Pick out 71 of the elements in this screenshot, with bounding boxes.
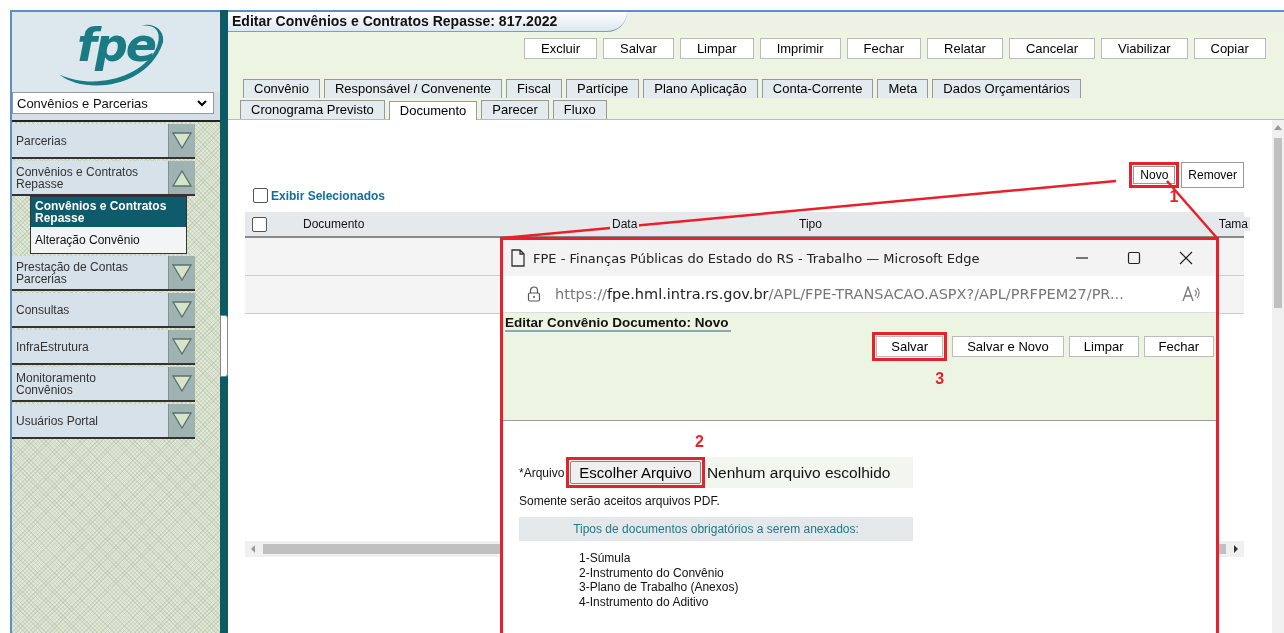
read-aloud-icon[interactable] bbox=[1182, 286, 1202, 302]
tab[interactable]: Meta bbox=[877, 79, 929, 98]
tab[interactable]: Convênio bbox=[243, 79, 320, 98]
tab[interactable]: Conta-Corrente bbox=[761, 79, 874, 98]
toolbar-button[interactable]: Imprimir bbox=[759, 38, 841, 59]
document-button[interactable]: Novo bbox=[1133, 166, 1176, 184]
scroll-right-icon[interactable] bbox=[1232, 545, 1240, 553]
document-button[interactable]: Remover bbox=[1181, 162, 1244, 188]
popup-button[interactable]: Salvar e Novo bbox=[952, 336, 1064, 357]
required-document-item: 2-Instrumento do Convênio bbox=[579, 565, 725, 580]
menu-item[interactable]: InfraEstrutura bbox=[12, 330, 195, 365]
select-all-checkbox[interactable] bbox=[252, 216, 267, 232]
required-document-item: 4-Instrumento do Aditivo bbox=[579, 594, 710, 609]
tab[interactable]: Fiscal bbox=[506, 79, 562, 98]
callout-number: 2 bbox=[695, 434, 704, 450]
callout-number: 3 bbox=[935, 371, 945, 387]
menu-item[interactable]: Prestação de Contas Parcerias bbox=[12, 256, 195, 291]
tab[interactable]: Fluxo bbox=[552, 100, 607, 119]
tab[interactable]: Responsável / Convenente bbox=[323, 79, 503, 98]
module-select[interactable]: Convênios e Parcerias bbox=[12, 92, 214, 114]
scroll-left-icon[interactable] bbox=[249, 545, 257, 553]
column-header: Tipo bbox=[797, 217, 824, 231]
required-document-item: 1-Súmula bbox=[579, 551, 632, 566]
window-title: FPE - Finanças Públicas do Estado do RS - Trabalho — Microsoft Edge bbox=[533, 250, 981, 266]
url-text[interactable]: https://fpe.hml.intra.rs.gov.br/APL/FPE-TRANSACAO.ASPX?/APL/PRFPEM27/PR... bbox=[555, 286, 1168, 302]
chevron-down-icon bbox=[197, 99, 207, 107]
toolbar-button[interactable]: Limpar bbox=[679, 38, 754, 59]
popup-button[interactable]: Limpar bbox=[1068, 336, 1139, 357]
toolbar-button[interactable]: Salvar bbox=[603, 38, 674, 59]
choose-file-button[interactable]: Escolher Arquivo bbox=[570, 461, 701, 484]
toolbar-button[interactable]: Relatar bbox=[927, 38, 1003, 59]
callout-number: 1 bbox=[1169, 189, 1179, 205]
popup-button[interactable]: Fechar bbox=[1143, 336, 1214, 357]
column-header: Documento bbox=[301, 217, 367, 231]
tab[interactable]: Documento bbox=[388, 101, 478, 120]
required-document-item: 3-Plano de Trabalho (Anexos) bbox=[579, 580, 740, 595]
tab[interactable]: Partícipe bbox=[566, 79, 640, 98]
required-documents-heading: Tipos de documentos obrigatórios a serem anexados: bbox=[519, 517, 913, 541]
menu-item[interactable]: Parcerias bbox=[12, 124, 195, 159]
lock-icon bbox=[527, 286, 541, 302]
scroll-up-icon[interactable] bbox=[1274, 124, 1282, 130]
logo-text: fpe bbox=[76, 18, 156, 72]
tab[interactable]: Parecer bbox=[481, 100, 549, 119]
checkbox[interactable] bbox=[253, 188, 268, 203]
menu-item[interactable]: Monitoramento Convênios bbox=[12, 367, 195, 402]
column-header: Tama bbox=[1216, 217, 1250, 231]
toolbar-button[interactable]: Viabilizar bbox=[1101, 38, 1188, 59]
toolbar-button[interactable]: Fechar bbox=[846, 38, 922, 59]
popup-heading: Editar Convênio Documento: Novo bbox=[505, 315, 731, 332]
show-selected-label[interactable]: Exibir Selecionados bbox=[271, 188, 386, 203]
vertical-scrollbar[interactable] bbox=[1272, 120, 1284, 633]
tab[interactable]: Dados Orçamentários bbox=[932, 79, 1081, 98]
splitter-handle[interactable] bbox=[220, 315, 228, 377]
toolbar-button[interactable]: Copiar bbox=[1193, 38, 1266, 59]
toolbar-button[interactable]: Cancelar bbox=[1008, 38, 1095, 59]
submenu-item[interactable]: Alteração Convênio bbox=[31, 227, 186, 253]
toolbar-button[interactable]: Excluir bbox=[524, 38, 597, 59]
file-label: *Arquivo bbox=[519, 465, 565, 480]
tab[interactable]: Plano Aplicação bbox=[643, 79, 758, 98]
page-title: Editar Convênios e Contratos Repasse: 817.2022 bbox=[228, 12, 628, 32]
submenu-item[interactable]: Convênios e Contratos Repasse bbox=[31, 197, 186, 227]
note-text: Somente serão aceitos arquivos PDF. bbox=[519, 494, 721, 508]
menu-item[interactable]: Convênios e Contratos Repasse bbox=[12, 161, 195, 196]
scrollbar-thumb[interactable] bbox=[1274, 138, 1282, 308]
tab[interactable]: Cronograma Previsto bbox=[240, 100, 385, 119]
column-header: Data bbox=[610, 217, 640, 231]
popup-button[interactable]: Salvar bbox=[876, 336, 944, 357]
file-status: Nenhum arquivo escolhido bbox=[706, 463, 891, 482]
menu-item[interactable]: Usuários Portal bbox=[12, 404, 195, 439]
page-icon bbox=[511, 249, 525, 267]
menu-item[interactable]: Consultas bbox=[12, 293, 195, 328]
